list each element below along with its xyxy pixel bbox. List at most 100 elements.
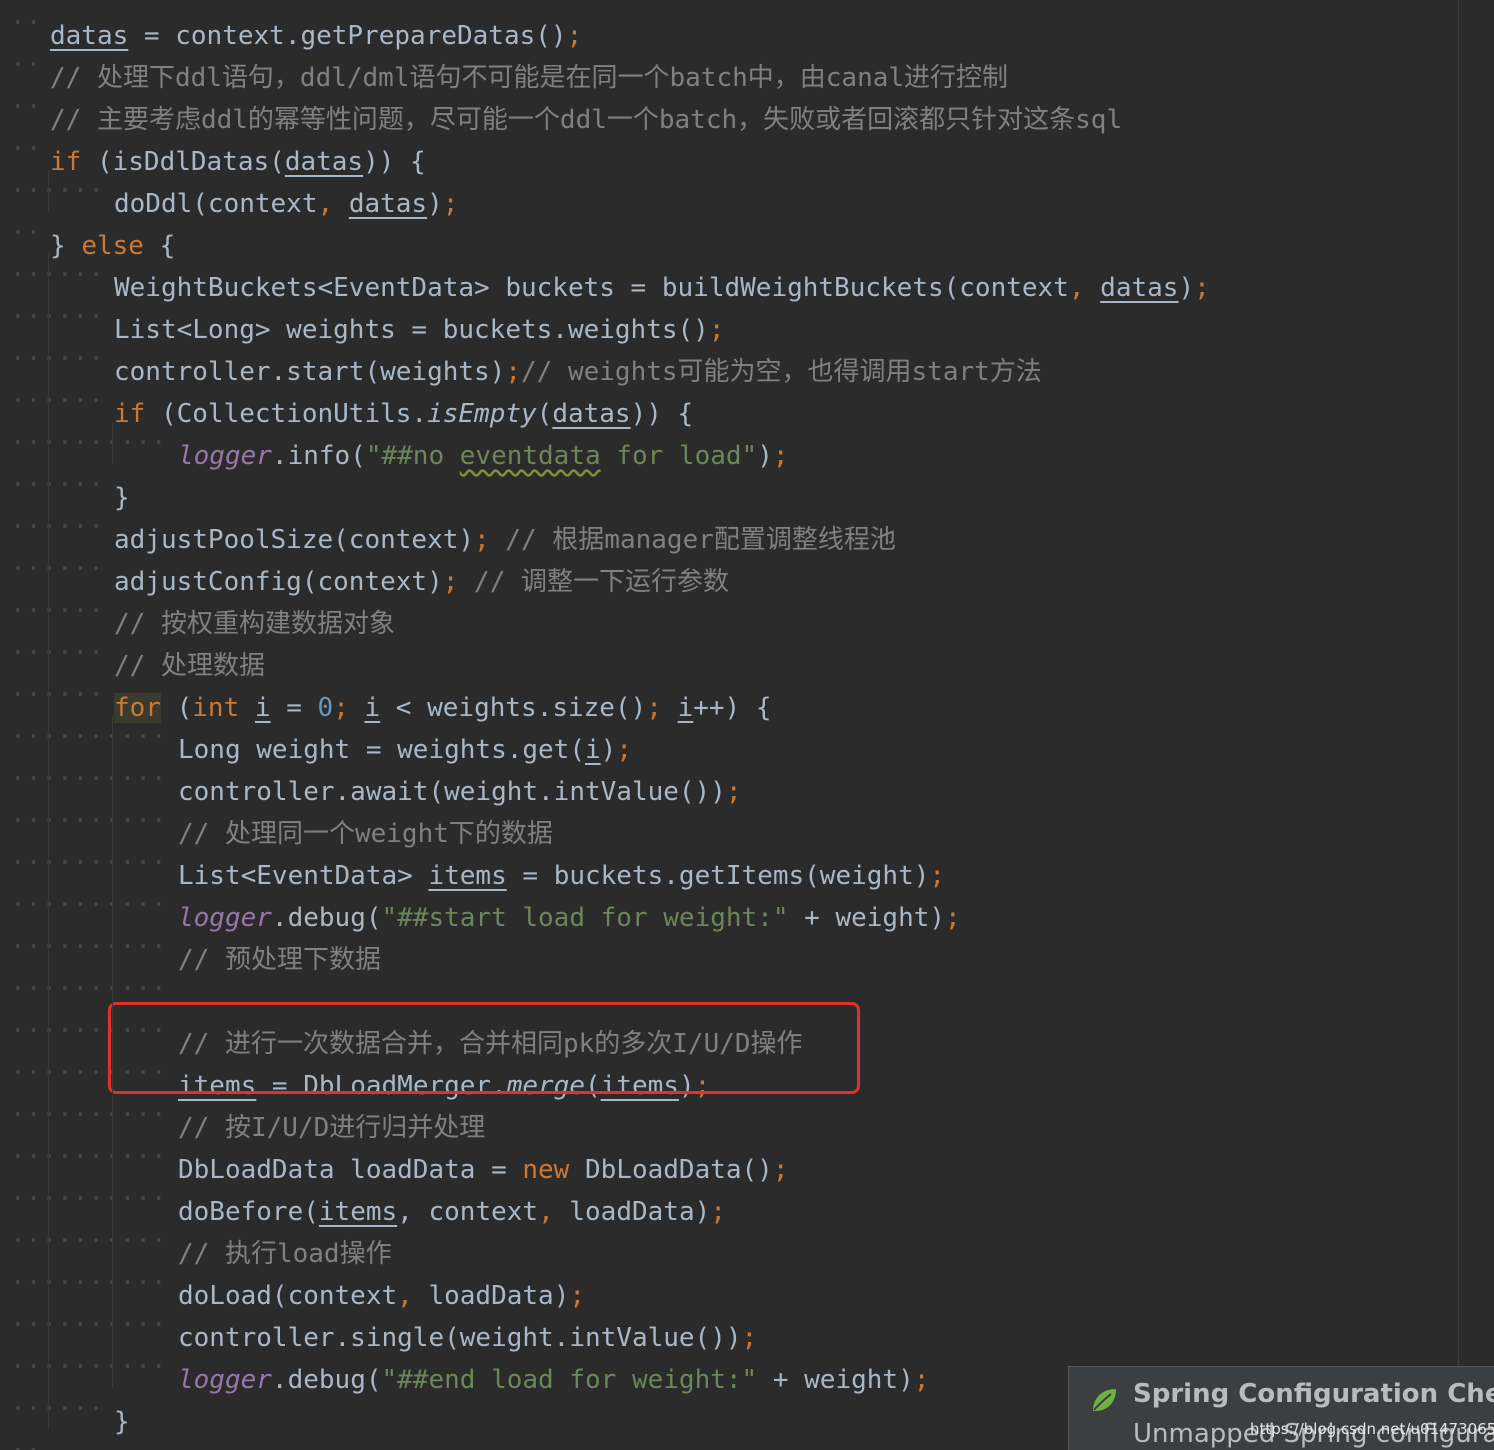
code-line[interactable]: ······ adjustConfig(context); // 调整一下运行参数 bbox=[10, 548, 729, 597]
indent-whitespace: ·········· bbox=[10, 428, 167, 458]
indent-whitespace: ·········· bbox=[10, 1268, 167, 1298]
indent-whitespace: ······ bbox=[10, 554, 104, 584]
code-line[interactable]: ··// 处理下ddl语句，ddl/dml语句不可能是在同一个batch中，由c… bbox=[10, 44, 1008, 93]
code-line[interactable]: ··········// 按I/U/D进行归并处理 bbox=[10, 1094, 485, 1143]
indent-whitespace: ······ bbox=[10, 302, 104, 332]
watermark: https://blog.csdn.net/u014730658 bbox=[1250, 1420, 1494, 1438]
code-line[interactable]: ·········· doLoad(context, loadData); bbox=[10, 1262, 585, 1311]
code-line[interactable]: ··} bbox=[10, 1430, 66, 1450]
code-token: datas bbox=[348, 189, 428, 219]
code-line[interactable]: ··} else { bbox=[10, 212, 175, 261]
right-margin-guide bbox=[1458, 0, 1459, 1450]
code-token: context bbox=[412, 1197, 539, 1227]
code-token: ; bbox=[1194, 273, 1210, 303]
code-line[interactable]: ·········· logger.debug("##start load for… bbox=[10, 884, 961, 933]
code-line[interactable]: ·· datas = context.getPrepareDatas(); bbox=[10, 2, 582, 51]
indent-whitespace: ······ bbox=[10, 470, 104, 500]
code-token: ; bbox=[772, 441, 789, 471]
code-line[interactable]: ·········· List<EventData> items = bucket… bbox=[10, 842, 945, 891]
indent-whitespace: ·· bbox=[10, 8, 42, 38]
indent-whitespace: ·········· bbox=[10, 1184, 167, 1214]
code-line[interactable]: ······ controller.start(weights);// weigh… bbox=[10, 338, 1042, 387]
indent-whitespace: ······ bbox=[10, 260, 104, 290]
code-token: ; bbox=[725, 777, 742, 807]
indent-whitespace: ·········· bbox=[10, 890, 167, 920]
code-token: , bbox=[538, 1197, 554, 1227]
indent-whitespace: ·········· bbox=[10, 848, 167, 878]
code-token: ) bbox=[427, 189, 443, 219]
indent-whitespace: ······ bbox=[10, 176, 104, 206]
code-token: ) bbox=[757, 441, 773, 471]
code-token: eventdata bbox=[459, 441, 601, 471]
code-line[interactable]: ·········· Long weight = weights.get(i); bbox=[10, 716, 632, 765]
code-line[interactable]: ·········· controller.await(weight.intVal… bbox=[10, 758, 742, 807]
indent-whitespace: ·· bbox=[10, 1430, 50, 1450]
code-editor[interactable]: ·· datas = context.getPrepareDatas(); ··//… bbox=[0, 0, 1494, 1450]
code-line[interactable]: ·········· DbLoadData loadData = new DbLo… bbox=[10, 1136, 789, 1185]
code-token: ; bbox=[772, 1155, 789, 1185]
code-token: "##start load for weight:" bbox=[381, 903, 789, 933]
code-token: ) bbox=[1178, 273, 1195, 303]
indent-whitespace: ·········· bbox=[10, 806, 167, 836]
code-token: , bbox=[317, 189, 334, 219]
code-line[interactable]: ······// 按权重构建数据对象 bbox=[10, 590, 395, 639]
code-token: for load" bbox=[600, 441, 758, 471]
code-token: logger bbox=[178, 441, 272, 471]
code-token: ; bbox=[442, 189, 459, 219]
code-token: + weight) bbox=[788, 903, 946, 933]
indent-guide bbox=[48, 254, 49, 1430]
code-line[interactable]: ······ List<Long> weights = buckets.weigh… bbox=[10, 296, 724, 345]
indent-whitespace: ······ bbox=[10, 386, 104, 416]
code-token: ; bbox=[646, 693, 662, 723]
indent-whitespace: ······ bbox=[10, 680, 104, 710]
code-token: + weight) bbox=[757, 1365, 914, 1395]
merge-highlight-box bbox=[108, 1002, 860, 1094]
code-line[interactable]: ······ adjustPoolSize(context); // 根据mana… bbox=[10, 506, 896, 555]
code-line[interactable]: ··········// 处理同一个weight下的数据 bbox=[10, 800, 553, 849]
code-token: } bbox=[114, 1407, 130, 1437]
code-token: loadData) bbox=[553, 1197, 711, 1227]
indent-whitespace: ······ bbox=[10, 1394, 104, 1424]
code-line[interactable]: ··// 主要考虑ddl的幂等性问题，尽可能一个ddl一个batch，失败或者回… bbox=[10, 86, 1122, 135]
code-token: ; bbox=[442, 567, 459, 597]
indent-whitespace: ······ bbox=[10, 344, 104, 374]
code-line[interactable]: ······} bbox=[10, 464, 130, 513]
code-token: ; bbox=[945, 903, 961, 933]
code-line[interactable]: ······ for (int i = 0; i < weights.size()… bbox=[10, 674, 772, 723]
code-line[interactable]: ·········· // 预处理下数据 bbox=[10, 926, 381, 975]
code-line[interactable]: ······ WeightBuckets<EventData> buckets =… bbox=[10, 254, 1210, 303]
indent-whitespace: ·········· bbox=[10, 722, 167, 752]
indent-whitespace: ······ bbox=[10, 638, 104, 668]
code-line[interactable]: ······} bbox=[10, 1388, 130, 1437]
code-line[interactable]: ·········· logger.info("##no eventdata fo… bbox=[10, 422, 789, 471]
code-line[interactable]: ······ if (CollectionUtils.isEmpty(datas)… bbox=[10, 380, 693, 429]
code-line[interactable]: ·········· doBefore(items, context, loadD… bbox=[10, 1178, 726, 1227]
indent-whitespace: ·········· bbox=[10, 932, 167, 962]
code-token: // 预处理下数据 bbox=[178, 945, 381, 975]
code-token: , bbox=[397, 1197, 413, 1227]
spring-leaf-icon bbox=[1093, 1389, 1116, 1411]
indent-whitespace: ·········· bbox=[10, 1310, 167, 1340]
code-token: "##end load for weight:" bbox=[381, 1365, 758, 1395]
code-token: logger bbox=[178, 1365, 272, 1395]
code-line[interactable]: ·········· controller.single(weight.intVa… bbox=[10, 1304, 757, 1353]
code-token: datas bbox=[1100, 273, 1179, 303]
code-token: // 调整一下运行参数 bbox=[458, 567, 730, 597]
code-line[interactable]: ·· if (isDdlDatas(datas)) { bbox=[10, 128, 426, 177]
indent-whitespace: ·· bbox=[10, 92, 42, 122]
code-token: .debug( bbox=[271, 1365, 382, 1395]
indent-whitespace: ·········· bbox=[10, 764, 167, 794]
indent-whitespace: ·········· bbox=[10, 1142, 167, 1172]
indent-guide bbox=[48, 170, 49, 212]
code-line[interactable]: ·········· logger.debug("##end load for w… bbox=[10, 1346, 929, 1395]
indent-whitespace: ·········· bbox=[10, 1100, 167, 1130]
indent-whitespace: ·········· bbox=[10, 1226, 167, 1256]
indent-whitespace: ······ bbox=[10, 512, 104, 542]
code-line[interactable]: ······ doDdl(context, datas); bbox=[10, 170, 458, 219]
indent-whitespace: ·· bbox=[10, 134, 42, 164]
code-line[interactable]: ··········// 执行load操作 bbox=[10, 1220, 392, 1269]
indent-whitespace: ·· bbox=[10, 50, 42, 80]
